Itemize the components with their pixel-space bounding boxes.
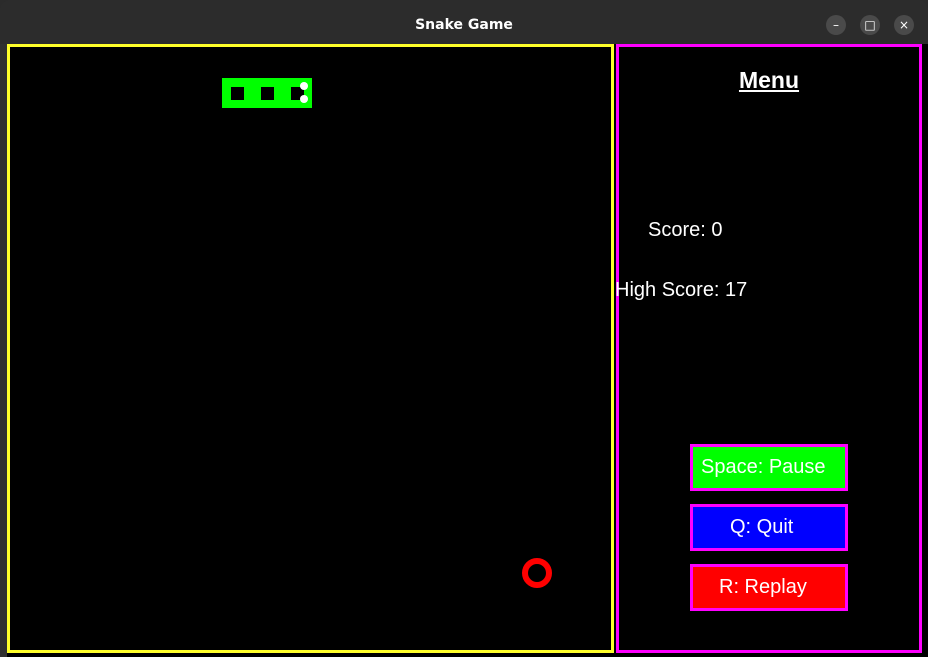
replay-button-label: R: Replay	[719, 576, 807, 598]
snake-segment	[231, 87, 244, 100]
game-board[interactable]	[7, 44, 614, 653]
quit-button-label: Q: Quit	[730, 516, 794, 538]
pause-button-label: Space: Pause	[701, 456, 826, 478]
background-window-edge	[0, 44, 7, 657]
snake-eye	[300, 95, 308, 103]
window-titlebar: Snake Game – □ ×	[0, 0, 928, 44]
close-button[interactable]: ×	[894, 15, 914, 35]
maximize-button[interactable]: □	[860, 15, 880, 35]
replay-button[interactable]: R: Replay	[690, 564, 848, 611]
score-label: Score: 0	[648, 219, 723, 241]
snake-segment	[261, 87, 274, 100]
food-ring	[522, 558, 552, 588]
snake	[222, 78, 312, 108]
pause-button[interactable]: Space: Pause	[690, 444, 848, 491]
quit-button[interactable]: Q: Quit	[690, 504, 848, 551]
snake-eye	[300, 82, 308, 90]
menu-title: Menu	[738, 67, 800, 93]
window-content: Menu Score: 0 High Score: 17 Space: Paus…	[0, 44, 928, 657]
minimize-button[interactable]: –	[826, 15, 846, 35]
high-score-label: High Score: 17	[615, 279, 748, 301]
menu-panel: Menu Score: 0 High Score: 17 Space: Paus…	[615, 44, 922, 653]
window-title: Snake Game	[415, 17, 513, 33]
